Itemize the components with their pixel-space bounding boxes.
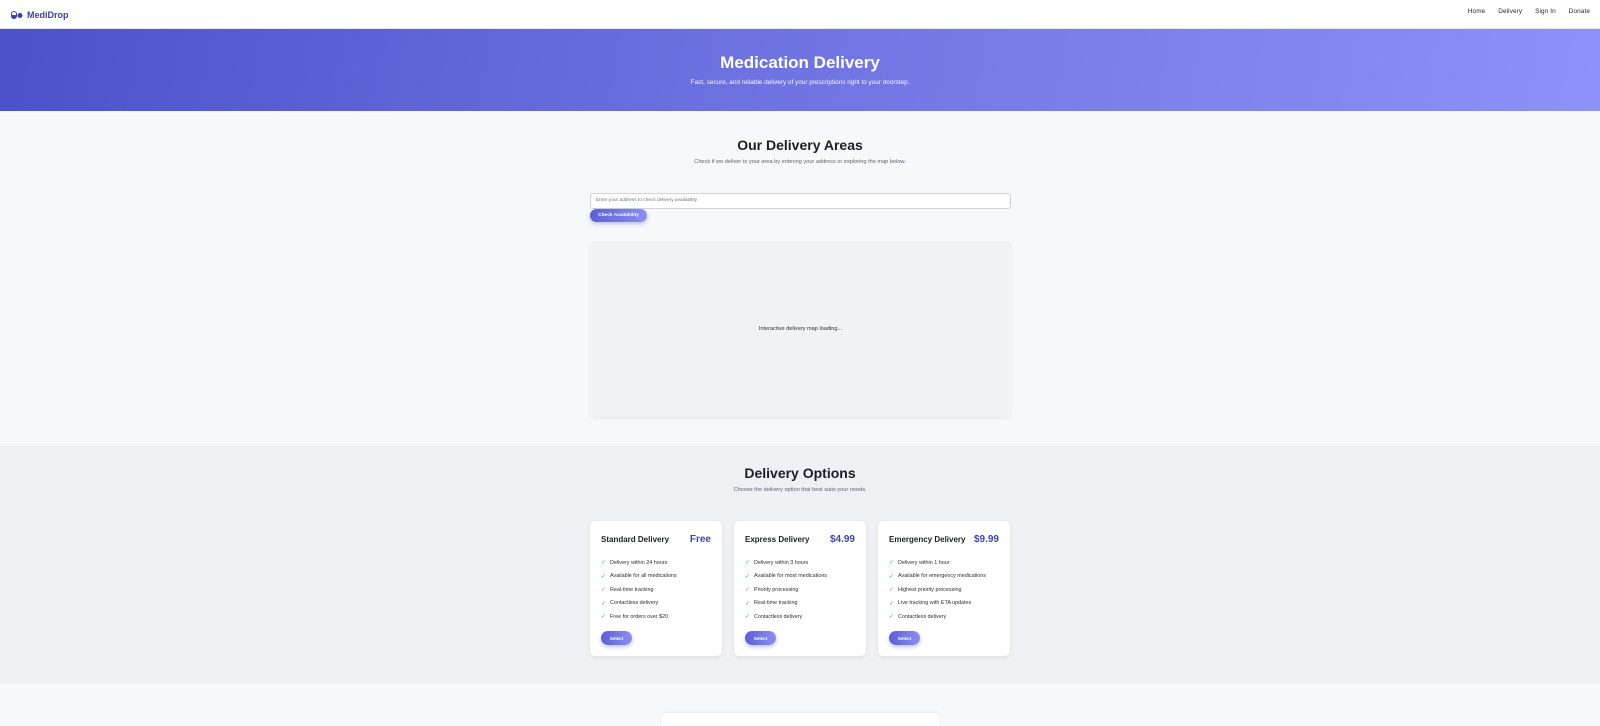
feature-text: Contactless delivery — [754, 613, 803, 620]
list-item: ✓ Priority processing — [745, 583, 827, 597]
feature-text: Delivery within 24 hours — [610, 559, 668, 566]
check-icon: ✓ — [601, 614, 607, 621]
list-item: ✓ Available for emergency medications — [889, 570, 986, 584]
feature-text: Real-time tracking — [754, 600, 798, 607]
list-item: ✓ Delivery within 1 hour — [889, 556, 986, 570]
hero-subtitle: Fast, secure, and reliable delivery of y… — [690, 79, 910, 86]
list-item: ✓ Contactless delivery — [601, 597, 677, 611]
card-price: Free — [689, 534, 711, 545]
list-item: ✓ Real-time tracking — [745, 597, 827, 611]
next-section — [0, 684, 1600, 726]
check-icon: ✓ — [889, 573, 895, 580]
select-emergency-button[interactable]: Select — [889, 631, 920, 645]
card-express-delivery: Express Delivery $4.99 ✓ Delivery within … — [734, 521, 866, 656]
card-title: Express Delivery — [745, 535, 810, 544]
feature-text: Contactless delivery — [610, 600, 659, 607]
feature-list: ✓ Delivery within 3 hours ✓ Available for … — [745, 556, 827, 624]
feature-text: Available for all medications — [610, 573, 677, 580]
select-express-button[interactable]: Select — [745, 631, 776, 645]
list-item: ✓ Live tracking with ETA updates — [889, 597, 986, 611]
hero-banner: Medication Delivery Fast, secure, and re… — [0, 29, 1600, 111]
check-icon: ✓ — [889, 600, 895, 607]
feature-text: Contactless delivery — [898, 613, 947, 620]
check-icon: ✓ — [601, 560, 607, 567]
list-item: ✓ Real-time tracking — [601, 583, 677, 597]
check-icon: ✓ — [745, 600, 751, 607]
nav-home[interactable]: Home — [1468, 8, 1485, 15]
next-section-card — [661, 713, 940, 726]
nav-donate[interactable]: Donate — [1569, 8, 1590, 15]
feature-text: Delivery within 3 hours — [754, 559, 809, 566]
feature-text: Delivery within 1 hour — [898, 559, 950, 566]
check-icon: ✓ — [745, 587, 751, 594]
card-price: $4.99 — [829, 534, 855, 545]
top-navbar: MediDrop Home Delivery Sign In Donate — [0, 0, 1600, 29]
list-item: ✓ Available for most medications — [745, 570, 827, 584]
address-input[interactable]: Enter your address to check delivery ava… — [590, 193, 1011, 209]
feature-text: Priority processing — [754, 586, 799, 593]
areas-subtitle: Check if we deliver to your area by ente… — [694, 159, 906, 165]
areas-title: Our Delivery Areas — [737, 137, 863, 153]
pills-icon — [11, 10, 23, 19]
feature-text: Live tracking with ETA updates — [898, 600, 972, 607]
check-icon: ✓ — [889, 614, 895, 621]
check-icon: ✓ — [745, 560, 751, 567]
list-item: ✓ Free for orders over $20 — [601, 610, 677, 624]
list-item: ✓ Available for all medications — [601, 570, 677, 584]
feature-text: Real-time tracking — [610, 586, 654, 593]
check-icon: ✓ — [601, 587, 607, 594]
feature-list: ✓ Delivery within 24 hours ✓ Available for… — [601, 556, 677, 624]
delivery-areas-section: Our Delivery Areas Check if we deliver t… — [0, 111, 1600, 446]
delivery-options-section: Delivery Options Choose the delivery opt… — [0, 446, 1600, 684]
card-title: Emergency Delivery — [889, 535, 966, 544]
feature-text: Free for orders over $20 — [610, 613, 669, 620]
list-item: ✓ Delivery within 24 hours — [601, 556, 677, 570]
main-nav: Home Delivery Sign In Donate — [1468, 8, 1590, 15]
check-icon: ✓ — [601, 600, 607, 607]
card-title: Standard Delivery — [601, 535, 670, 544]
options-cards: Standard Delivery Free ✓ Delivery within … — [590, 521, 1010, 656]
options-title: Delivery Options — [744, 465, 856, 481]
brand-name: MediDrop — [27, 9, 69, 20]
list-item: ✓ Highest priority processing — [889, 583, 986, 597]
hero-title: Medication Delivery — [720, 53, 880, 72]
check-icon: ✓ — [601, 573, 607, 580]
check-icon: ✓ — [889, 560, 895, 567]
check-availability-button[interactable]: Check Availability — [590, 209, 647, 222]
feature-text: Available for most medications — [754, 573, 828, 580]
list-item: ✓ Delivery within 3 hours — [745, 556, 827, 570]
list-item: ✓ Contactless delivery — [745, 610, 827, 624]
nav-delivery[interactable]: Delivery — [1498, 8, 1522, 15]
brand-logo[interactable]: MediDrop — [11, 8, 69, 21]
feature-text: Highest priority processing — [898, 586, 962, 593]
check-icon: ✓ — [889, 587, 895, 594]
nav-sign-in[interactable]: Sign In — [1535, 8, 1556, 15]
options-subtitle: Choose the delivery option that best sui… — [733, 487, 867, 493]
map-loading-text: Interactive delivery map loading... — [758, 326, 843, 332]
list-item: ✓ Contactless delivery — [889, 610, 986, 624]
feature-text: Available for emergency medications — [898, 573, 986, 580]
card-price: $9.99 — [973, 534, 999, 545]
select-standard-button[interactable]: Select — [601, 631, 632, 645]
feature-list: ✓ Delivery within 1 hour ✓ Available for e… — [889, 556, 986, 624]
check-icon: ✓ — [745, 614, 751, 621]
card-standard-delivery: Standard Delivery Free ✓ Delivery within … — [590, 521, 722, 656]
card-emergency-delivery: Emergency Delivery $9.99 ✓ Delivery withi… — [878, 521, 1010, 656]
check-icon: ✓ — [745, 573, 751, 580]
delivery-map[interactable]: Interactive delivery map loading... — [590, 242, 1011, 417]
